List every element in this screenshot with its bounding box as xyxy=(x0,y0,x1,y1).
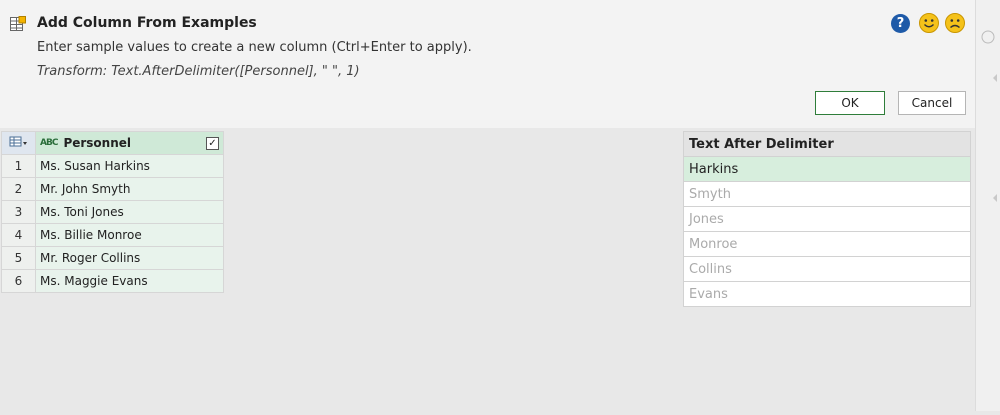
row-number: 4 xyxy=(1,223,36,247)
abc-type-icon: ABC xyxy=(40,138,58,148)
table-row: 2 Mr. John Smyth xyxy=(1,177,224,201)
personnel-cell: Ms. Toni Jones xyxy=(35,200,224,224)
collapse-icon[interactable] xyxy=(976,0,1000,411)
dialog-subtitle: Enter sample values to create a new colu… xyxy=(37,40,472,55)
transform-formula: Transform: Text.AfterDelimiter([Personne… xyxy=(37,64,360,79)
result-cell-input[interactable]: Harkins xyxy=(683,156,971,182)
personnel-cell: Mr. John Smyth xyxy=(35,177,224,201)
table-row: Harkins xyxy=(683,156,971,182)
result-cell-input[interactable]: Collins xyxy=(683,256,971,282)
personnel-header-label: Personnel xyxy=(63,136,132,150)
result-cell-input[interactable]: Evans xyxy=(683,281,971,307)
table-row: Collins xyxy=(683,256,971,282)
row-number: 5 xyxy=(1,246,36,270)
table-row: 6 Ms. Maggie Evans xyxy=(1,269,224,293)
smile-icon[interactable] xyxy=(918,12,940,34)
row-number: 6 xyxy=(1,269,36,293)
right-scroll-panel[interactable] xyxy=(975,0,1000,411)
dialog-title: Add Column From Examples xyxy=(37,15,257,31)
table-row: Smyth xyxy=(683,181,971,207)
frown-icon[interactable] xyxy=(944,12,966,34)
result-cell-input[interactable]: Jones xyxy=(683,206,971,232)
personnel-column-header[interactable]: ABC Personnel ✓ xyxy=(35,131,224,155)
help-icon[interactable]: ? xyxy=(891,14,910,33)
table-row: 5 Mr. Roger Collins xyxy=(1,246,224,270)
result-column-header[interactable]: Text After Delimiter xyxy=(683,131,971,157)
table-row: 1 Ms. Susan Harkins xyxy=(1,154,224,178)
row-number: 3 xyxy=(1,200,36,224)
add-column-icon xyxy=(10,16,26,31)
result-cell-input[interactable]: Monroe xyxy=(683,231,971,257)
personnel-cell: Ms. Billie Monroe xyxy=(35,223,224,247)
ok-button[interactable]: OK xyxy=(815,91,885,115)
table-row: Monroe xyxy=(683,231,971,257)
table-row: 4 Ms. Billie Monroe xyxy=(1,223,224,247)
table-row: Evans xyxy=(683,281,971,307)
row-number: 2 xyxy=(1,177,36,201)
result-cell-input[interactable]: Smyth xyxy=(683,181,971,207)
result-table: Text After Delimiter Harkins Smyth Jones… xyxy=(683,131,971,307)
personnel-cell: Mr. Roger Collins xyxy=(35,246,224,270)
dialog-header: Add Column From Examples Enter sample va… xyxy=(0,0,975,128)
source-table: ABC Personnel ✓ 1 Ms. Susan Harkins 2 Mr… xyxy=(1,131,224,293)
personnel-cell: Ms. Maggie Evans xyxy=(35,269,224,293)
table-menu-icon[interactable] xyxy=(1,131,36,155)
checkbox-icon[interactable]: ✓ xyxy=(206,136,219,150)
row-number: 1 xyxy=(1,154,36,178)
table-row: Jones xyxy=(683,206,971,232)
personnel-cell: Ms. Susan Harkins xyxy=(35,154,224,178)
cancel-button[interactable]: Cancel xyxy=(898,91,966,115)
table-row: 3 Ms. Toni Jones xyxy=(1,200,224,224)
